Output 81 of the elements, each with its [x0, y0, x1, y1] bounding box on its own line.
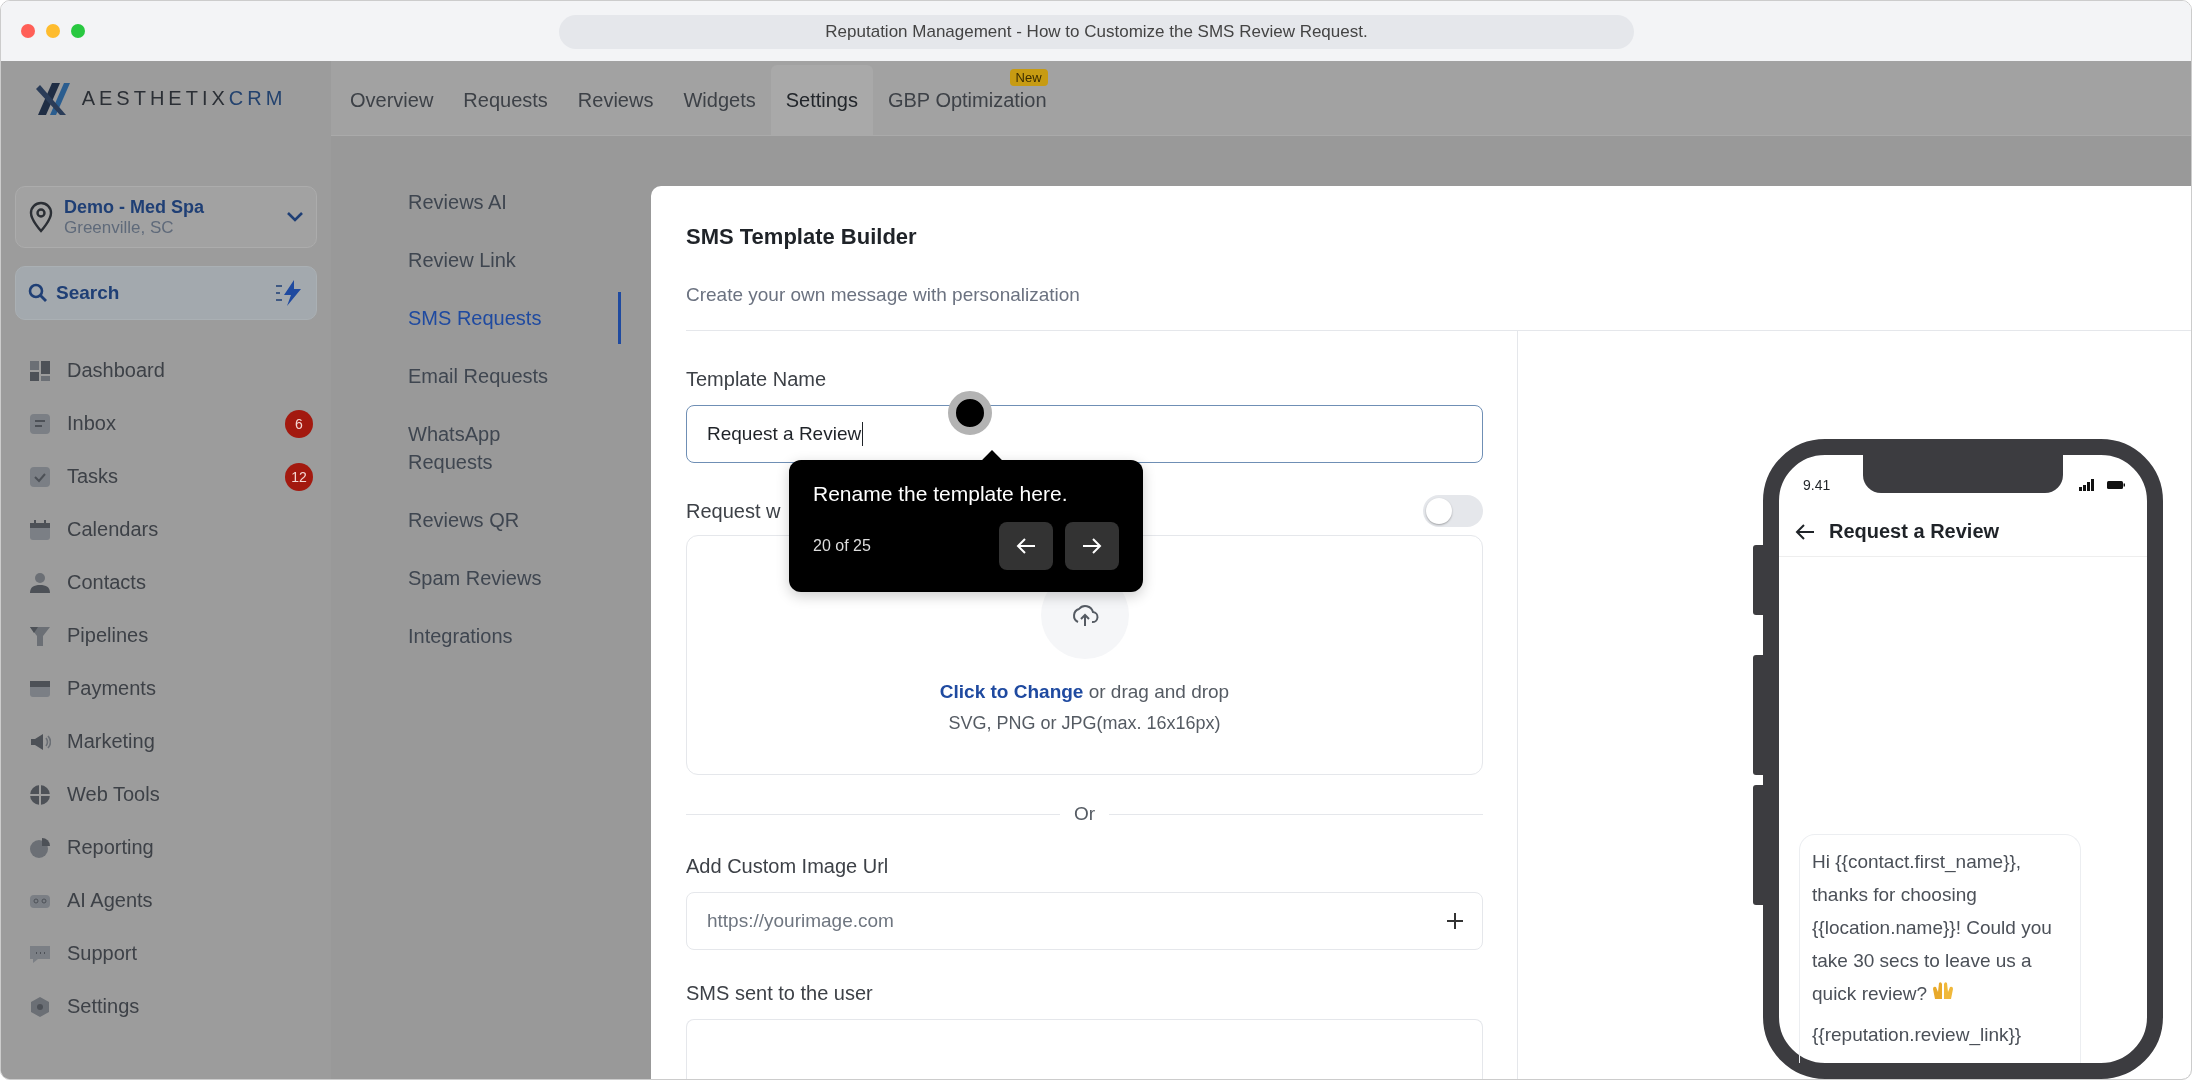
- window-control-icon[interactable]: [71, 24, 85, 38]
- settings-menu-item[interactable]: Reviews AI: [408, 176, 621, 228]
- sidebar-item[interactable]: Inbox 6: [15, 397, 317, 450]
- sidebar-item[interactable]: Dashboard: [15, 344, 317, 397]
- phone-header-title: Request a Review: [1829, 520, 2000, 543]
- settings-menu-item[interactable]: WhatsApp Requests: [408, 408, 621, 488]
- arrow-right-icon: [1082, 537, 1102, 555]
- step-counter: 20 of 25: [813, 537, 871, 555]
- grid-icon: [29, 359, 51, 382]
- sidebar-item[interactable]: Marketing: [15, 715, 317, 768]
- settings-menu-item[interactable]: SMS Requests: [408, 292, 621, 344]
- sidebar-item[interactable]: Contacts: [15, 556, 317, 609]
- tooltip-text: Rename the template here.: [813, 482, 1069, 506]
- modal-subtitle: Create your own message with personalization: [686, 284, 1081, 306]
- toggle-label: Request w: [686, 499, 781, 523]
- settings-menu-item[interactable]: Reviews QR: [408, 494, 621, 546]
- location-selector[interactable]: Demo - Med Spa Greenville, SC: [15, 186, 317, 248]
- message-text: Hi {{contact.first_name}}, thanks for choosing {{location.name}}! Could you take 30 secs to leave us a quick review?: [1812, 850, 2053, 1006]
- funnel-icon: [29, 624, 51, 647]
- field-label: SMS sent to the user: [686, 982, 874, 1005]
- message-text: {{reputation.review_link}}: [1812, 1023, 2023, 1048]
- checkbox-icon: [29, 465, 51, 488]
- upload-link[interactable]: Click to Change: [939, 681, 1084, 702]
- upload-instructions: Click to Change or drag and drop: [939, 681, 1230, 703]
- previous-button[interactable]: [999, 522, 1053, 570]
- sidebar-item[interactable]: Tasks 12: [15, 450, 317, 503]
- location-name: Demo - Med Spa: [64, 196, 206, 218]
- search-button[interactable]: Search: [15, 266, 317, 320]
- settings-menu-item[interactable]: Email Requests: [408, 350, 621, 402]
- map-pin-icon: [28, 201, 54, 233]
- settings-menu-item[interactable]: Integrations: [408, 610, 621, 662]
- divider-label: Or: [1073, 803, 1096, 825]
- pie-chart-icon: [29, 836, 51, 859]
- add-button[interactable]: [1445, 911, 1465, 931]
- nav-tab[interactable]: Settings: [770, 65, 873, 135]
- location-address: Greenville, SC: [64, 217, 175, 238]
- nav-tab[interactable]: New GBP Optimization: [872, 65, 1062, 135]
- settings-menu-item[interactable]: Spam Reviews: [408, 552, 621, 604]
- logo-text: AESTHETIX CRM: [81, 87, 287, 110]
- raised-hands-icon: [1932, 980, 1955, 1000]
- nav-tab[interactable]: Widgets: [668, 65, 771, 135]
- chevron-down-icon: [286, 211, 304, 223]
- count-badge: 6: [285, 409, 313, 438]
- modal-title: SMS Template Builder: [686, 224, 918, 250]
- battery-icon: [2107, 480, 2125, 490]
- sidebar-item[interactable]: Settings: [15, 980, 317, 1033]
- sidebar-item[interactable]: Web Tools: [15, 768, 317, 821]
- upload-hint: SVG, PNG or JPG(max. 16x16px): [948, 713, 1221, 734]
- status-time: 9.41: [1803, 477, 1831, 493]
- toggle-switch[interactable]: [1423, 495, 1483, 527]
- back-arrow-icon[interactable]: [1795, 522, 1815, 541]
- person-icon: [29, 571, 51, 594]
- nav-tab[interactable]: Reviews: [562, 65, 669, 135]
- hexagon-icon: [29, 995, 51, 1018]
- window-title: Reputation Management - How to Customize the SMS Review Request.: [559, 15, 1634, 49]
- sidebar-item[interactable]: Pipelines: [15, 609, 317, 662]
- sidebar-item[interactable]: Calendars: [15, 503, 317, 556]
- window-control-icon[interactable]: [21, 24, 35, 38]
- field-label: Add Custom Image Url: [686, 855, 890, 878]
- window-control-icon[interactable]: [46, 24, 60, 38]
- click-indicator-icon: [948, 391, 992, 435]
- sidebar-item[interactable]: Payments: [15, 662, 317, 715]
- calendar-icon: [29, 518, 51, 541]
- sidebar-item[interactable]: Support: [15, 927, 317, 980]
- settings-menu-item[interactable]: Review Link: [408, 234, 621, 286]
- logo-icon: [35, 80, 72, 117]
- new-badge: New: [1009, 69, 1048, 86]
- input-field[interactable]: https://yourimage.com: [686, 892, 1483, 950]
- next-button[interactable]: [1065, 522, 1119, 570]
- plus-icon: [1445, 911, 1465, 931]
- sidebar-item[interactable]: Reporting: [15, 821, 317, 874]
- nav-tab[interactable]: Overview: [335, 65, 449, 135]
- search-icon: [28, 283, 48, 303]
- field-label: Template Name: [686, 368, 828, 391]
- inbox-icon: [29, 412, 51, 435]
- count-badge: 12: [285, 462, 313, 491]
- nav-tab[interactable]: Requests: [448, 65, 563, 135]
- arrow-left-icon: [1016, 537, 1036, 555]
- signal-icon: [2079, 479, 2095, 491]
- globe-icon: [29, 783, 51, 806]
- sidebar-item[interactable]: AI Agents: [15, 874, 317, 927]
